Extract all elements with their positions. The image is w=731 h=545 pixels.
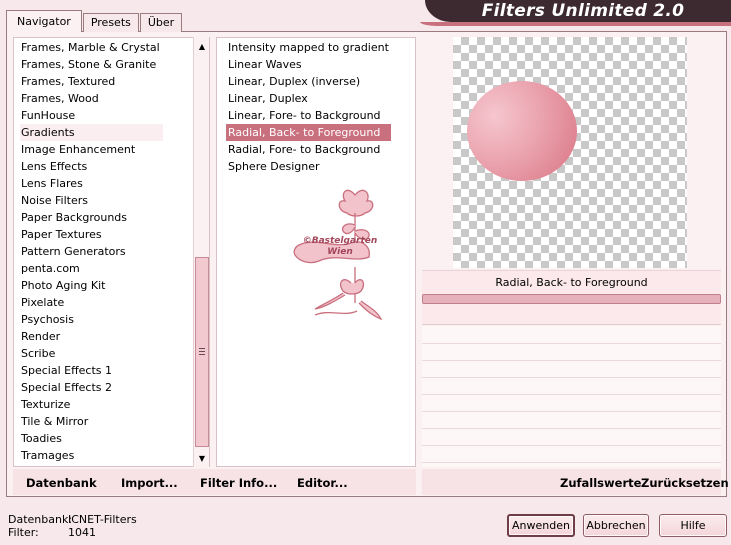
parameter-box bbox=[422, 304, 721, 325]
apply-button[interactable]: Anwenden bbox=[507, 514, 575, 537]
param-divider bbox=[422, 394, 721, 395]
filter-item[interactable]: Linear, Duplex bbox=[226, 90, 391, 107]
randomize-button[interactable]: Zufallswerte bbox=[560, 476, 641, 490]
scroll-down-icon[interactable]: ▼ bbox=[195, 451, 209, 465]
category-scrollbar[interactable]: ▲ ▼ bbox=[193, 37, 209, 467]
filter-item[interactable]: Sphere Designer bbox=[226, 158, 391, 175]
cancel-button[interactable]: Abbrechen bbox=[583, 514, 649, 537]
category-item[interactable]: Pattern Generators bbox=[20, 243, 163, 260]
category-item[interactable]: Frames, Textured bbox=[20, 73, 163, 90]
scrollbar-thumb[interactable] bbox=[195, 257, 209, 447]
category-item[interactable]: Paper Backgrounds bbox=[20, 209, 163, 226]
category-list[interactable]: Frames, Marble & Crystal Frames, Stone & … bbox=[13, 37, 210, 467]
tab-about[interactable]: Über bbox=[139, 13, 183, 32]
category-item[interactable]: Special Effects 2 bbox=[20, 379, 163, 396]
status-filter-value: 1041 bbox=[68, 526, 96, 539]
category-item[interactable]: penta.com bbox=[20, 260, 163, 277]
category-item[interactable]: Toadies bbox=[20, 430, 163, 447]
category-item[interactable]: Paper Textures bbox=[20, 226, 163, 243]
category-item[interactable]: Pixelate bbox=[20, 294, 163, 311]
status-db-value: ICNET-Filters bbox=[68, 513, 137, 526]
category-item[interactable]: Psychosis bbox=[20, 311, 163, 328]
param-divider bbox=[422, 360, 721, 361]
category-item[interactable]: Special Effects 1 bbox=[20, 362, 163, 379]
editor-button[interactable]: Editor... bbox=[297, 476, 348, 490]
app-title: Filters Unlimited 2.0 bbox=[481, 1, 685, 21]
category-item[interactable]: Gradients bbox=[20, 124, 163, 141]
param-divider bbox=[422, 343, 721, 344]
datenbank-button[interactable]: Datenbank bbox=[26, 476, 97, 490]
filter-item[interactable]: Intensity mapped to gradient bbox=[226, 39, 391, 56]
category-item[interactable]: Tramages bbox=[20, 447, 163, 464]
param-divider bbox=[422, 411, 721, 412]
reset-button[interactable]: Zurücksetzen bbox=[641, 476, 729, 490]
parameter-slider[interactable] bbox=[422, 294, 721, 304]
help-button[interactable]: Hilfe bbox=[659, 514, 727, 537]
category-item[interactable]: Noise Filters bbox=[20, 192, 163, 209]
category-item[interactable]: Frames, Marble & Crystal bbox=[20, 39, 163, 56]
category-item[interactable]: Scribe bbox=[20, 345, 163, 362]
filter-info-button[interactable]: Filter Info... bbox=[200, 476, 277, 490]
scroll-up-icon[interactable]: ▲ bbox=[195, 39, 209, 53]
category-item[interactable]: Frames, Wood bbox=[20, 90, 163, 107]
status-filter-label: Filter: bbox=[8, 526, 39, 539]
category-item[interactable]: Visual bbox=[20, 464, 163, 466]
category-item[interactable]: Lens Flares bbox=[20, 175, 163, 192]
category-item[interactable]: FunHouse bbox=[20, 107, 163, 124]
param-divider bbox=[422, 428, 721, 429]
title-underline bbox=[420, 22, 731, 26]
filter-item[interactable]: Linear, Duplex (inverse) bbox=[226, 73, 391, 90]
tab-presets[interactable]: Presets bbox=[82, 13, 139, 32]
status-filter: Filter: 1041 bbox=[8, 526, 96, 539]
grip-icon bbox=[199, 348, 205, 356]
category-item[interactable]: Image Enhancement bbox=[20, 141, 163, 158]
category-item[interactable]: Photo Aging Kit bbox=[20, 277, 163, 294]
filter-item[interactable]: Radial, Back- to Foreground bbox=[226, 124, 391, 141]
param-divider bbox=[422, 377, 721, 378]
category-items: Frames, Marble & Crystal Frames, Stone & … bbox=[20, 39, 163, 466]
filter-item[interactable]: Linear, Fore- to Background bbox=[226, 107, 391, 124]
preview-sphere bbox=[467, 81, 577, 181]
logo-caption: ©Bastelgarten Wien bbox=[300, 236, 380, 258]
param-divider bbox=[422, 445, 721, 446]
category-item[interactable]: Tile & Mirror bbox=[20, 413, 163, 430]
selected-filter-name: Radial, Back- to Foreground bbox=[422, 270, 721, 294]
filter-items: Intensity mapped to gradient Linear Waves… bbox=[226, 39, 391, 175]
category-item[interactable]: Render bbox=[20, 328, 163, 345]
filter-item[interactable]: Radial, Fore- to Background bbox=[226, 141, 391, 158]
import-button[interactable]: Import... bbox=[121, 476, 178, 490]
logo-line-1: ©Bastelgarten bbox=[302, 236, 378, 246]
tab-navigator[interactable]: Navigator bbox=[6, 10, 82, 32]
tab-bar: Navigator Presets Über bbox=[6, 10, 183, 32]
param-divider bbox=[422, 462, 721, 463]
category-item[interactable]: Lens Effects bbox=[20, 158, 163, 175]
status-db-label: Datenbank: bbox=[8, 513, 73, 526]
logo-line-2: Wien bbox=[327, 247, 353, 257]
category-item[interactable]: Frames, Stone & Granite bbox=[20, 56, 163, 73]
filter-item[interactable]: Linear Waves bbox=[226, 56, 391, 73]
preview-canvas bbox=[453, 37, 687, 268]
category-item[interactable]: Texturize bbox=[20, 396, 163, 413]
status-database: Datenbank:ICNET-Filters bbox=[8, 513, 137, 526]
